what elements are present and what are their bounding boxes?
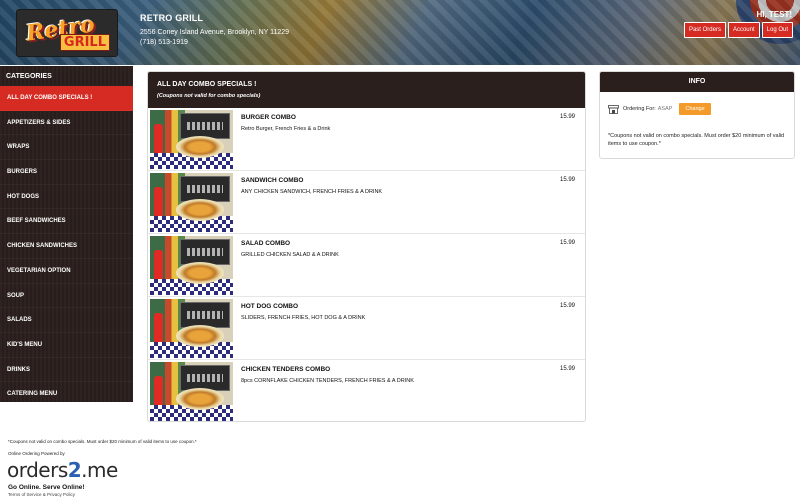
menu-item-description: Retro Burger, French Fries & a Drink (241, 126, 331, 132)
category-burgers[interactable]: BURGERS (0, 160, 133, 185)
category-drinks[interactable]: DRINKS (0, 358, 133, 383)
account-button[interactable]: Account (727, 22, 760, 38)
terms-link[interactable]: Terms of Service & Privacy Policy (8, 492, 75, 497)
menu-item[interactable]: BURGER COMBO Retro Burger, French Fries … (148, 108, 585, 171)
menu-item-name: BURGER COMBO (241, 114, 296, 121)
category-soup[interactable]: SOUP (0, 284, 133, 309)
menu-item[interactable]: SANDWICH COMBO ANY CHICKEN SANDWICH, FRE… (148, 171, 585, 234)
ordering-for-row: Ordering For: ASAP Change (608, 103, 711, 115)
menu-item-description: SLIDERS, FRENCH FRIES, HOT DOG & A DRINK (241, 315, 366, 321)
past-orders-button[interactable]: Past Orders (683, 22, 726, 38)
logo-inner: Retro GRILL (22, 11, 112, 52)
category-combo-specials[interactable]: ALL DAY COMBO SPECIALS ! (0, 86, 133, 111)
category-appetizers[interactable]: APPETIZERS & SIDES (0, 111, 133, 136)
category-catering[interactable]: CATERING MENU (0, 382, 133, 407)
menu-item-name: HOT DOG COMBO (241, 303, 299, 310)
menu-item-description: 8pcs CORNFLAKE CHICKEN TENDERS, FRENCH F… (241, 378, 414, 384)
category-salads[interactable]: SALADS (0, 308, 133, 333)
category-hot-dogs[interactable]: HOT DOGS (0, 185, 133, 210)
brand-text-3: .me (81, 458, 118, 482)
menu-category-title: ALL DAY COMBO SPECIALS ! (157, 81, 257, 88)
menu-item-price: 15.99 (559, 366, 575, 372)
menu-item-photo (150, 110, 233, 169)
menu-item-price: 15.99 (559, 303, 575, 309)
menu-panel-header: ALL DAY COMBO SPECIALS ! (Coupons not va… (148, 72, 585, 108)
restaurant-info: RETRO GRILL 2556 Coney Island Avenue, Br… (140, 13, 289, 48)
info-title: INFO (600, 72, 794, 92)
category-beef-sandwiches[interactable]: BEEF SANDWICHES (0, 209, 133, 235)
brand-text-2: 2 (67, 458, 82, 482)
category-wraps[interactable]: WRAPS (0, 135, 133, 161)
restaurant-address: 2556 Coney Island Avenue, Brooklyn, NY 1… (140, 29, 290, 36)
menu-item-description: ANY CHICKEN SANDWICH, FRENCH FRIES & A D… (241, 189, 383, 195)
orders2me-logo[interactable]: orders2.me (7, 458, 118, 482)
footer-coupon-note: *Coupons not valid on combo specials. Mu… (8, 439, 197, 444)
brand-text-1: orders (7, 458, 68, 482)
menu-item-photo (150, 362, 233, 421)
menu-item[interactable]: HOT DOG COMBO SLIDERS, FRENCH FRIES, HOT… (148, 297, 585, 360)
menu-panel: ALL DAY COMBO SPECIALS ! (Coupons not va… (147, 71, 586, 422)
user-greeting: HI, TEST! (756, 10, 792, 19)
header: Retro GRILL RETRO GRILL 2556 Coney Islan… (0, 0, 800, 65)
menu-item-photo (150, 173, 233, 232)
menu-item-name: CHICKEN TENDERS COMBO (241, 366, 331, 373)
menu-item-name: SANDWICH COMBO (241, 177, 304, 184)
menu-item-price: 15.99 (559, 177, 575, 183)
logo-grill-text: GRILL (59, 34, 110, 51)
account-nav: Past Orders Account Log Out (683, 22, 793, 38)
menu-item-description: GRILLED CHICKEN SALAD & A DRINK (241, 252, 339, 258)
menu-category-subtitle: (Coupons not valid for combo specials) (157, 93, 261, 99)
menu-item[interactable]: CHICKEN TENDERS COMBO 8pcs CORNFLAKE CHI… (148, 360, 585, 421)
menu-item-name: SALAD COMBO (241, 240, 291, 247)
category-kids-menu[interactable]: KID'S MENU (0, 333, 133, 358)
change-button[interactable]: Change (679, 103, 711, 115)
category-chicken-sandwiches[interactable]: CHICKEN SANDWICHES (0, 234, 133, 259)
ordering-for-label: Ordering For: (623, 106, 656, 112)
log-out-button[interactable]: Log Out (761, 22, 793, 38)
category-vegetarian[interactable]: VEGETARIAN OPTION (0, 259, 133, 284)
powered-by-label: Online Ordering Powered by (8, 451, 65, 456)
restaurant-phone: (718) 513-1919 (140, 39, 188, 46)
coupon-note: *Coupons not valid on combo specials. Mu… (608, 133, 785, 147)
restaurant-name: RETRO GRILL (140, 13, 204, 23)
store-icon (608, 104, 619, 114)
info-panel: INFO Ordering For: ASAP Change *Coupons … (599, 71, 795, 159)
brand-slogan: Go Online. Serve Online! (8, 484, 85, 491)
categories-title: CATEGORIES (6, 73, 52, 80)
menu-item-price: 15.99 (559, 240, 575, 246)
menu-item-photo (150, 236, 233, 295)
menu-item-photo (150, 299, 233, 358)
categories-sidebar: CATEGORIES ALL DAY COMBO SPECIALS ! APPE… (0, 66, 133, 407)
menu-item-price: 15.99 (559, 114, 575, 120)
ordering-for-value: ASAP (657, 106, 673, 112)
restaurant-logo[interactable]: Retro GRILL (16, 9, 118, 57)
menu-item[interactable]: SALAD COMBO GRILLED CHICKEN SALAD & A DR… (148, 234, 585, 297)
